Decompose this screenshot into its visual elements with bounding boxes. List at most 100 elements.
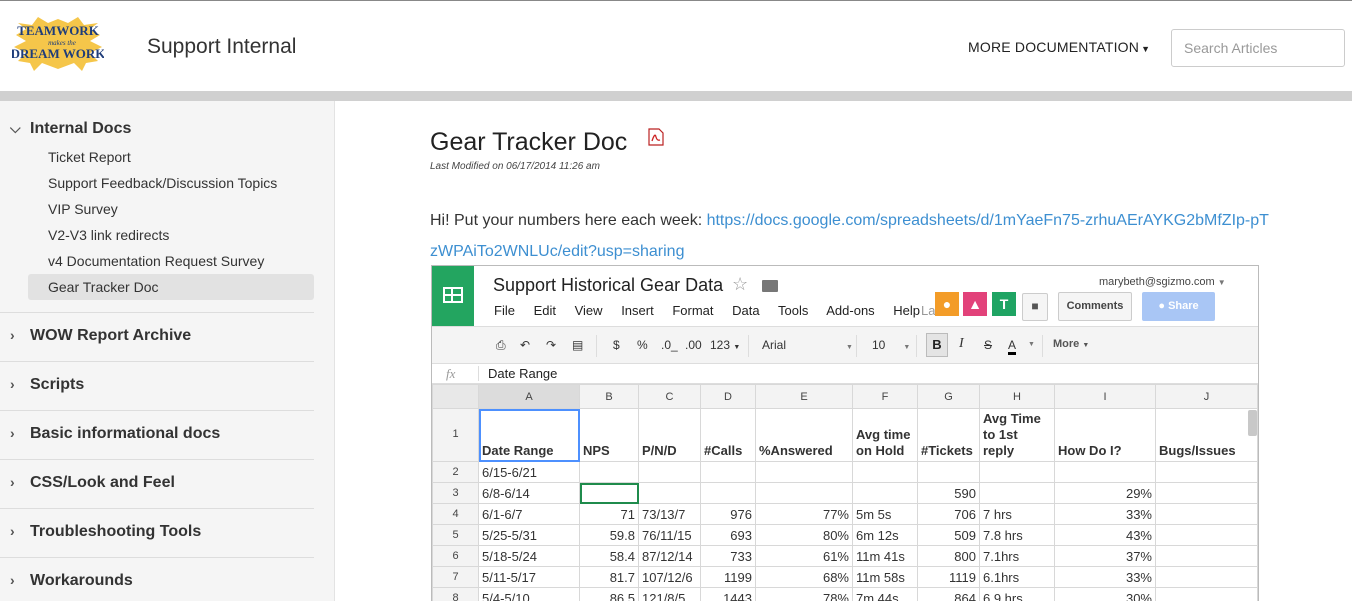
sidebar-item-gear-tracker-doc[interactable]: Gear Tracker Doc: [48, 279, 158, 295]
vertical-scrollbar: [1248, 410, 1257, 436]
chat-icon: ■: [1022, 293, 1048, 321]
row-number: 2: [432, 461, 479, 483]
table-cell: 733: [700, 545, 756, 567]
menu-format: Format: [672, 303, 714, 318]
intro-text: Hi! Put your numbers here each week:: [430, 212, 707, 229]
table-cell: 6.9 hrs: [979, 587, 1055, 601]
table-cell: #Tickets: [917, 408, 980, 462]
sidebar-section-basic-informational-docs[interactable]: › Basic informational docs: [10, 425, 220, 443]
collaborator-avatar: ▲: [963, 292, 987, 316]
caret-down-icon: ▼: [1217, 278, 1226, 287]
lock-icon: ●: [1158, 300, 1165, 312]
column-header: C: [638, 384, 701, 409]
chevron-right-icon: ›: [10, 523, 15, 539]
sidebar-section-css-look-and-feel[interactable]: › CSS/Look and Feel: [10, 474, 175, 492]
table-row: 7 5/11-5/17 81.7 107/12/6 1199 68% 11m 58s 1119…: [432, 566, 1258, 588]
fx-icon: fx: [446, 366, 456, 381]
table-cell: 864: [917, 587, 980, 601]
table-cell: 5/11-5/17: [478, 566, 580, 588]
table-cell: 29%: [1054, 482, 1156, 504]
table-cell: 1199: [700, 566, 756, 588]
teamwork-logo[interactable]: TEAMWORK makes the DREAM WORK: [12, 17, 104, 71]
toolbar-separator: [916, 335, 917, 357]
sidebar-section-label: Troubleshooting Tools: [30, 523, 202, 540]
collaborator-avatar: T: [992, 292, 1016, 316]
percent-format: %: [637, 338, 648, 352]
table-cell: P/N/D: [638, 408, 701, 462]
table-row: 6 5/18-5/24 58.4 87/12/14 733 61% 11m 41s 800 7.…: [432, 545, 1258, 567]
table-cell: 1443: [700, 587, 756, 601]
share-button: ● Share: [1142, 292, 1215, 321]
divider: [0, 508, 314, 509]
table-cell: 6.1hrs: [979, 566, 1055, 588]
sidebar-section-wow-report-archive[interactable]: › WOW Report Archive: [10, 327, 191, 345]
table-cell: 30%: [1054, 587, 1156, 601]
sidebar-item-v4-doc-request[interactable]: v4 Documentation Request Survey: [48, 253, 264, 269]
pdf-icon[interactable]: [648, 128, 664, 146]
table-cell: [852, 482, 918, 504]
chevron-right-icon: ›: [10, 474, 15, 490]
font-size-select: 10 ▼: [872, 338, 910, 352]
table-cell: 5/4-5/10: [478, 587, 580, 601]
table-cell: 121/8/5: [638, 587, 701, 601]
column-header-row: A B C D E F G H I J: [432, 384, 1258, 409]
column-header: E: [755, 384, 853, 409]
table-cell: Date Range: [478, 408, 580, 462]
logo-line-3: DREAM WORK: [12, 46, 104, 61]
sidebar-item-support-feedback[interactable]: Support Feedback/Discussion Topics: [48, 175, 277, 191]
sidebar-item-vip-survey[interactable]: VIP Survey: [48, 201, 118, 217]
table-cell: 68%: [755, 566, 853, 588]
table-cell: 78%: [755, 587, 853, 601]
sidebar-item-v2-v3-redirects[interactable]: V2-V3 link redirects: [48, 227, 169, 243]
sidebar-section-workarounds[interactable]: › Workarounds: [10, 572, 133, 590]
row-number: 3: [432, 482, 479, 504]
strikethrough-button: S: [984, 338, 993, 352]
sheet-title: Support Historical Gear Data: [493, 275, 724, 295]
table-cell: 33%: [1054, 566, 1156, 588]
sidebar-section-internal-docs[interactable]: ⌵ Internal Docs: [10, 120, 131, 138]
column-header: D: [700, 384, 756, 409]
table-cell: 1119: [917, 566, 980, 588]
table-cell: 509: [917, 524, 980, 546]
table-cell: 6m 12s: [852, 524, 918, 546]
last-modified: Last Modified on 06/17/2014 11:26 am: [430, 161, 600, 172]
menu-data: Data: [732, 303, 760, 318]
toolbar-separator: [748, 335, 749, 357]
sidebar-section-label: Scripts: [30, 376, 85, 393]
divider: [0, 557, 314, 558]
table-cell: [979, 461, 1055, 483]
sidebar-section-troubleshooting-tools[interactable]: › Troubleshooting Tools: [10, 523, 201, 541]
table-cell: [638, 482, 701, 504]
divider: [0, 410, 314, 411]
chevron-right-icon: ›: [10, 425, 15, 441]
folder-icon: [762, 280, 778, 292]
row-number: 1: [432, 408, 479, 462]
table-cell: [1155, 587, 1258, 601]
table-cell: [1155, 545, 1258, 567]
caret-down-icon: ▼: [846, 344, 853, 351]
more-formats-label: 123: [710, 338, 731, 352]
sidebar-section-label: Internal Docs: [30, 120, 132, 137]
menu-tools: Tools: [777, 303, 809, 318]
caret-down-icon: ▼: [733, 344, 741, 351]
table-cell: 61%: [755, 545, 853, 567]
table-cell: [1155, 482, 1258, 504]
more-documentation-menu[interactable]: MORE DOCUMENTATION ▼: [968, 39, 1150, 55]
site-title[interactable]: Support Internal: [147, 35, 296, 59]
table-cell: [579, 461, 639, 483]
sheet-toolbar: ⎙ ↶ ↷ ▤ $ % .0_ .00 123 ▼ Arial ▼ 10 ▼ B I…: [432, 326, 1258, 364]
table-cell: [755, 482, 853, 504]
user-email: marybeth@sgizmo.com ▼: [1099, 276, 1226, 288]
table-cell: 86.5: [579, 587, 639, 601]
sidebar-item-ticket-report[interactable]: Ticket Report: [48, 149, 131, 165]
bold-button: B: [926, 333, 948, 357]
column-header: I: [1054, 384, 1156, 409]
toolbar-separator: [596, 335, 597, 357]
menu-insert: Insert: [621, 303, 654, 318]
table-cell: [579, 482, 639, 504]
table-cell: 107/12/6: [638, 566, 701, 588]
search-input[interactable]: [1171, 29, 1345, 67]
sidebar-section-scripts[interactable]: › Scripts: [10, 376, 84, 394]
chevron-down-icon: ⌵: [10, 120, 21, 136]
table-cell: 5m 5s: [852, 503, 918, 525]
